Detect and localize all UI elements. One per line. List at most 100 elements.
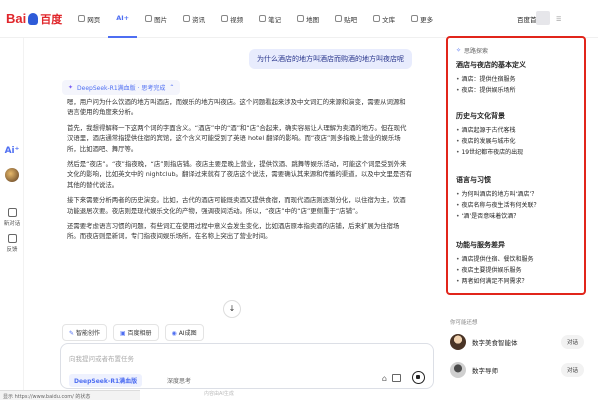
lightbulb-icon: ✧ [456,47,462,54]
more-icon [411,15,419,22]
feedback-button[interactable]: 反馈 [3,234,21,253]
agent-name: 数字美食智能体 [472,339,518,347]
nav-tabs: 网页 AI+ 图片 资讯 视频 笔记 地图 贴吧 文库 更多 [70,0,441,38]
new-chat-icon [7,208,17,217]
chat-button[interactable]: 对话 [560,335,584,349]
deep-think-toggle[interactable]: 深度思考 [163,374,195,387]
map-icon [297,15,305,22]
topic-group-title: 功能与服务差异 [456,241,505,249]
topic-item[interactable]: 酒店：提供住宿服务 [456,74,584,85]
album-icon: ▣ [119,330,128,337]
news-icon [183,15,191,22]
video-icon [221,15,229,22]
action-label: 智能创作 [75,330,100,337]
agent-avatar [450,362,466,378]
assistant-avatar[interactable] [5,168,19,182]
feedback-label: 反馈 [6,247,18,253]
web-icon [78,15,86,22]
album-button[interactable]: ▣ 百度相册 [112,324,159,341]
agent-avatar [450,334,466,350]
related-item[interactable]: 数字美食智能体 对话 [450,332,590,352]
tab-ai[interactable]: AI+ [108,0,138,38]
related-item[interactable]: 数字导师 对话 [450,360,590,380]
idea-exploration-panel: ✧ 思路探索 酒店与夜店的基本定义 酒店：提供住宿服务 夜店：提供娱乐场所 历史… [446,36,586,295]
ai-icon[interactable]: Ai⁺ [3,146,21,156]
image-icon [145,15,153,22]
topic-item[interactable]: 两者如何满足不同需求？ [456,276,584,287]
tab-label: 笔记 [268,15,282,24]
topic-item[interactable]: 为何叫酒店的地方叫‘酒店’？ [456,189,584,200]
topic-item[interactable]: 夜店主要提供娱乐服务 [456,265,584,276]
tab-video[interactable]: 视频 [213,0,251,38]
notes-icon [259,15,267,22]
chat-button[interactable]: 对话 [560,363,584,377]
model-selector[interactable]: DeepSeek-R1满血版 [69,374,143,387]
tab-tieba[interactable]: 贴吧 [327,0,365,38]
tab-label: 视频 [230,15,244,24]
related-assistants: 你可能还想 数字美食智能体 对话 数字导师 对话 [450,318,590,388]
left-sidebar: Ai⁺ 新对话 反馈 [0,38,24,400]
send-button[interactable] [412,371,425,384]
image-upload-icon[interactable] [392,374,401,382]
tab-news[interactable]: 资讯 [175,0,213,38]
tab-map[interactable]: 地图 [289,0,327,38]
ai-disclaimer: 内容由AI生成 [204,391,234,397]
attach-icon[interactable]: ⌂ [382,374,387,383]
topic-item[interactable]: 夜店名称与夜生活有何关联？ [456,200,584,211]
topic-item[interactable]: 酒店起源于古代客栈 [456,125,584,136]
smart-create-button[interactable]: ✎ 智能创作 [62,324,107,341]
chat-area: 为什么酒店的地方叫酒店而购酒的地方叫夜店呢 ✦ DeepSeek-R1满血版 ·… [24,38,442,400]
new-chat-button[interactable]: 新对话 [3,208,21,227]
ai-image-button[interactable]: ◉ AI成图 [164,324,204,341]
model-status-label: DeepSeek-R1满血版 · 思考完成 [77,85,166,92]
answer-paragraph: 嗯，用户问为什么饮酒的地方叫酒店，而娱乐的地方叫夜店。这个问题看起来涉及中文词汇… [67,98,406,117]
tab-label: AI+ [116,13,130,22]
tab-label: 网页 [87,15,101,24]
action-label: AI成图 [178,330,197,337]
agent-name: 数字导师 [472,367,498,375]
menu-icon[interactable]: ☰ [556,16,561,23]
topic-item[interactable]: 酒店提供住宿、餐饮和服务 [456,254,584,265]
tab-notes[interactable]: 笔记 [251,0,289,38]
answer-paragraph: 然后是“夜店”。“夜”指夜晚，“店”则指店铺。夜店主要是晚上营业，提供饮酒、跳舞… [67,160,413,189]
topic-item[interactable]: 夜店：提供娱乐场所 [456,85,584,96]
logo-text-bai: Bai [6,11,27,26]
topic-group: 历史与文化背景 酒店起源于古代客栈 夜店的发展与城市化 19世纪都市夜店的出现 [456,111,584,158]
answer-paragraph: 还需要考虑语言习惯的问题，有些词汇在使用过程中意义会发生变化，比如酒店原本指卖酒… [67,222,400,241]
wenku-icon [373,15,381,22]
model-status-bar[interactable]: ✦ DeepSeek-R1满血版 · 思考完成 ⌃ [62,80,181,95]
create-icon: ✎ [69,330,76,337]
tab-label: 更多 [420,15,434,24]
answer-paragraph: 首先，我想得解释一下这两个词的字面含义。“酒店”中的“酒”和“店”合起来，确实容… [67,123,407,153]
new-chat-label: 新对话 [3,221,21,227]
browser-status-bar: 显示 https://www.baidu.com/ 的状态 [0,390,140,400]
tab-web[interactable]: 网页 [70,0,108,38]
panel-title: 思路探索 [464,48,489,55]
related-title: 你可能还想 [450,320,478,326]
baidu-logo[interactable]: Bai 百度 [6,11,62,27]
topic-group: 语言与习惯 为何叫酒店的地方叫‘酒店’？ 夜店名称与夜生活有何关联？ ‘酒’是否… [456,175,584,222]
chat-input-box[interactable]: 向我提问或者布置任务 DeepSeek-R1满血版 深度思考 ⌂ [60,343,434,389]
tab-label: 图片 [154,15,168,24]
topic-item[interactable]: ‘酒’是否意味着饮酒？ [456,211,584,222]
topic-group: 酒店与夜店的基本定义 酒店：提供住宿服务 夜店：提供娱乐场所 [456,60,584,96]
tab-more[interactable]: 更多 [403,0,441,38]
user-avatar[interactable] [536,11,550,25]
tab-label: 文库 [382,15,396,24]
chevron-up-icon: ⌃ [169,84,175,91]
tab-images[interactable]: 图片 [137,0,175,38]
scroll-down-button[interactable]: ↓ [223,300,241,318]
chat-input-placeholder[interactable]: 向我提问或者布置任务 [69,353,134,363]
feedback-icon [7,234,17,243]
topic-item[interactable]: 19世纪都市夜店的出现 [456,147,584,158]
topic-item[interactable]: 夜店的发展与城市化 [456,136,584,147]
tab-wenku[interactable]: 文库 [365,0,403,38]
topic-group-title: 语言与习惯 [456,176,491,184]
quick-actions: ✎ 智能创作 ▣ 百度相册 ◉ AI成图 [62,324,204,341]
logo-text-du: 百度 [40,12,63,26]
tab-label: 贴吧 [344,15,358,24]
ai-image-icon: ◉ [171,330,179,337]
action-label: 百度相册 [127,330,152,337]
tab-label: 资讯 [192,15,206,24]
user-question: 为什么酒店的地方叫酒店而购酒的地方叫夜店呢 [249,49,412,69]
